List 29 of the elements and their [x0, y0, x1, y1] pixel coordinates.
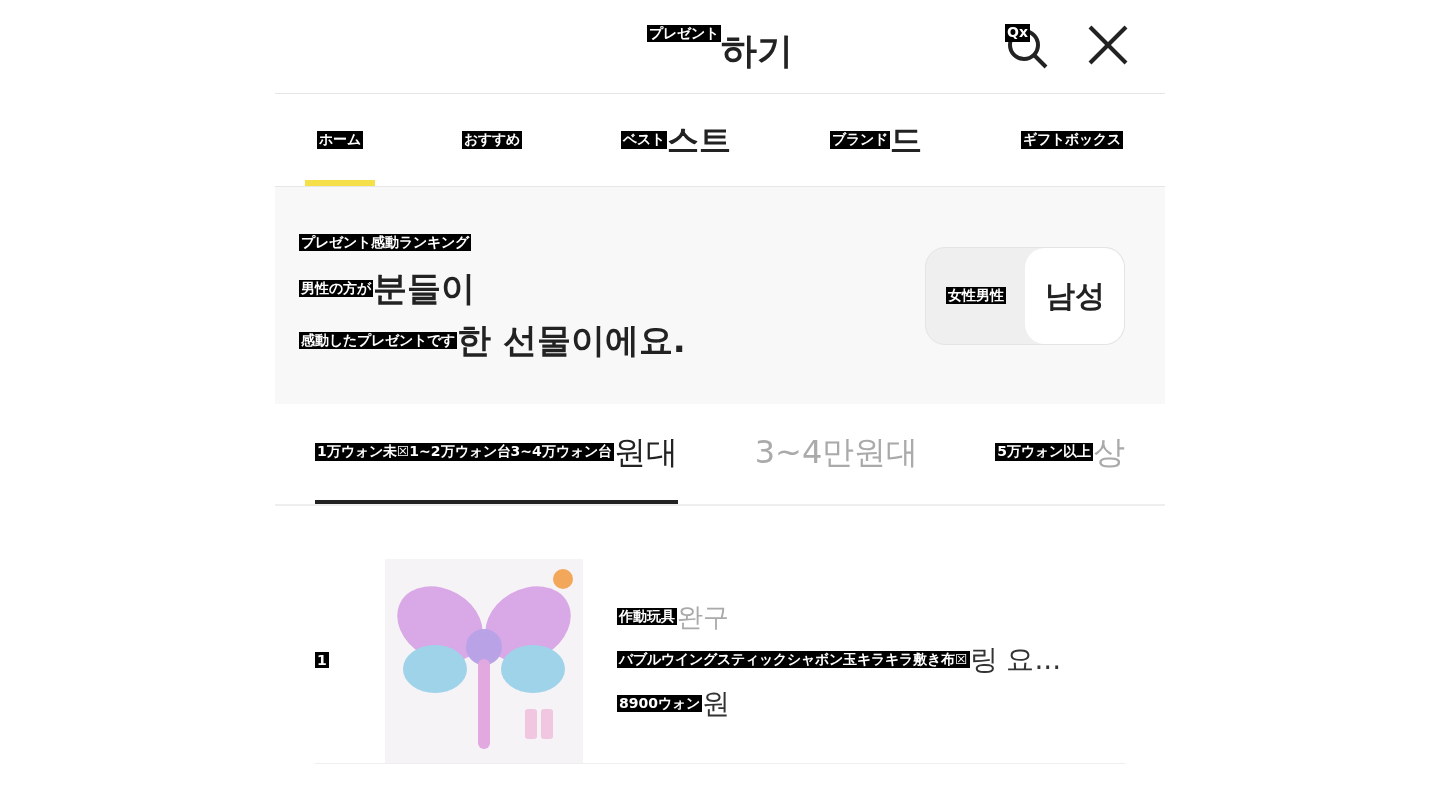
translation-label: ギフトボックス [1021, 131, 1123, 149]
toggle-option[interactable]: 남성 [1025, 247, 1124, 344]
translation-label: プレゼント感動ランキング [299, 233, 471, 252]
heading-text: 분들이 [373, 271, 475, 306]
close-button[interactable] [1087, 24, 1129, 66]
translation-label: ブランド [830, 131, 890, 149]
category-text: 완구 [677, 603, 729, 630]
price-text: 원 [701, 689, 730, 718]
nav-tab[interactable]: ギフトボックス [1009, 94, 1135, 186]
translation-label: プレゼント [647, 24, 721, 42]
rank-number: 1 [315, 651, 330, 670]
translation-label: ホーム [317, 131, 363, 149]
translation-label: バブルウイングスティックシャボン玉キラキラ敷き布☒ [617, 650, 970, 669]
heading-text: 한 선물이에요. [457, 323, 686, 358]
toggle-option[interactable]: 女性男性 [926, 247, 1025, 344]
tab-label: 드 [890, 120, 922, 161]
translation-label: Qx [1005, 24, 1030, 42]
translation-label: おすすめ [462, 131, 522, 149]
translation-label: 感動したプレゼントです [299, 331, 457, 349]
product-name: 링 요... [969, 645, 1062, 674]
translation-label: ベスト [621, 131, 667, 149]
search-button[interactable]: Qx [1005, 22, 1053, 70]
tab-label: 스트 [667, 120, 731, 161]
page-title: 하기 [721, 32, 793, 69]
translation-label: 男性の方が [299, 279, 373, 297]
close-icon [1087, 24, 1129, 66]
translation-label: 8900ウォン [617, 694, 702, 713]
translation-label: 作動玩具 [617, 607, 677, 626]
nav-tab[interactable]: おすすめ [450, 94, 534, 186]
